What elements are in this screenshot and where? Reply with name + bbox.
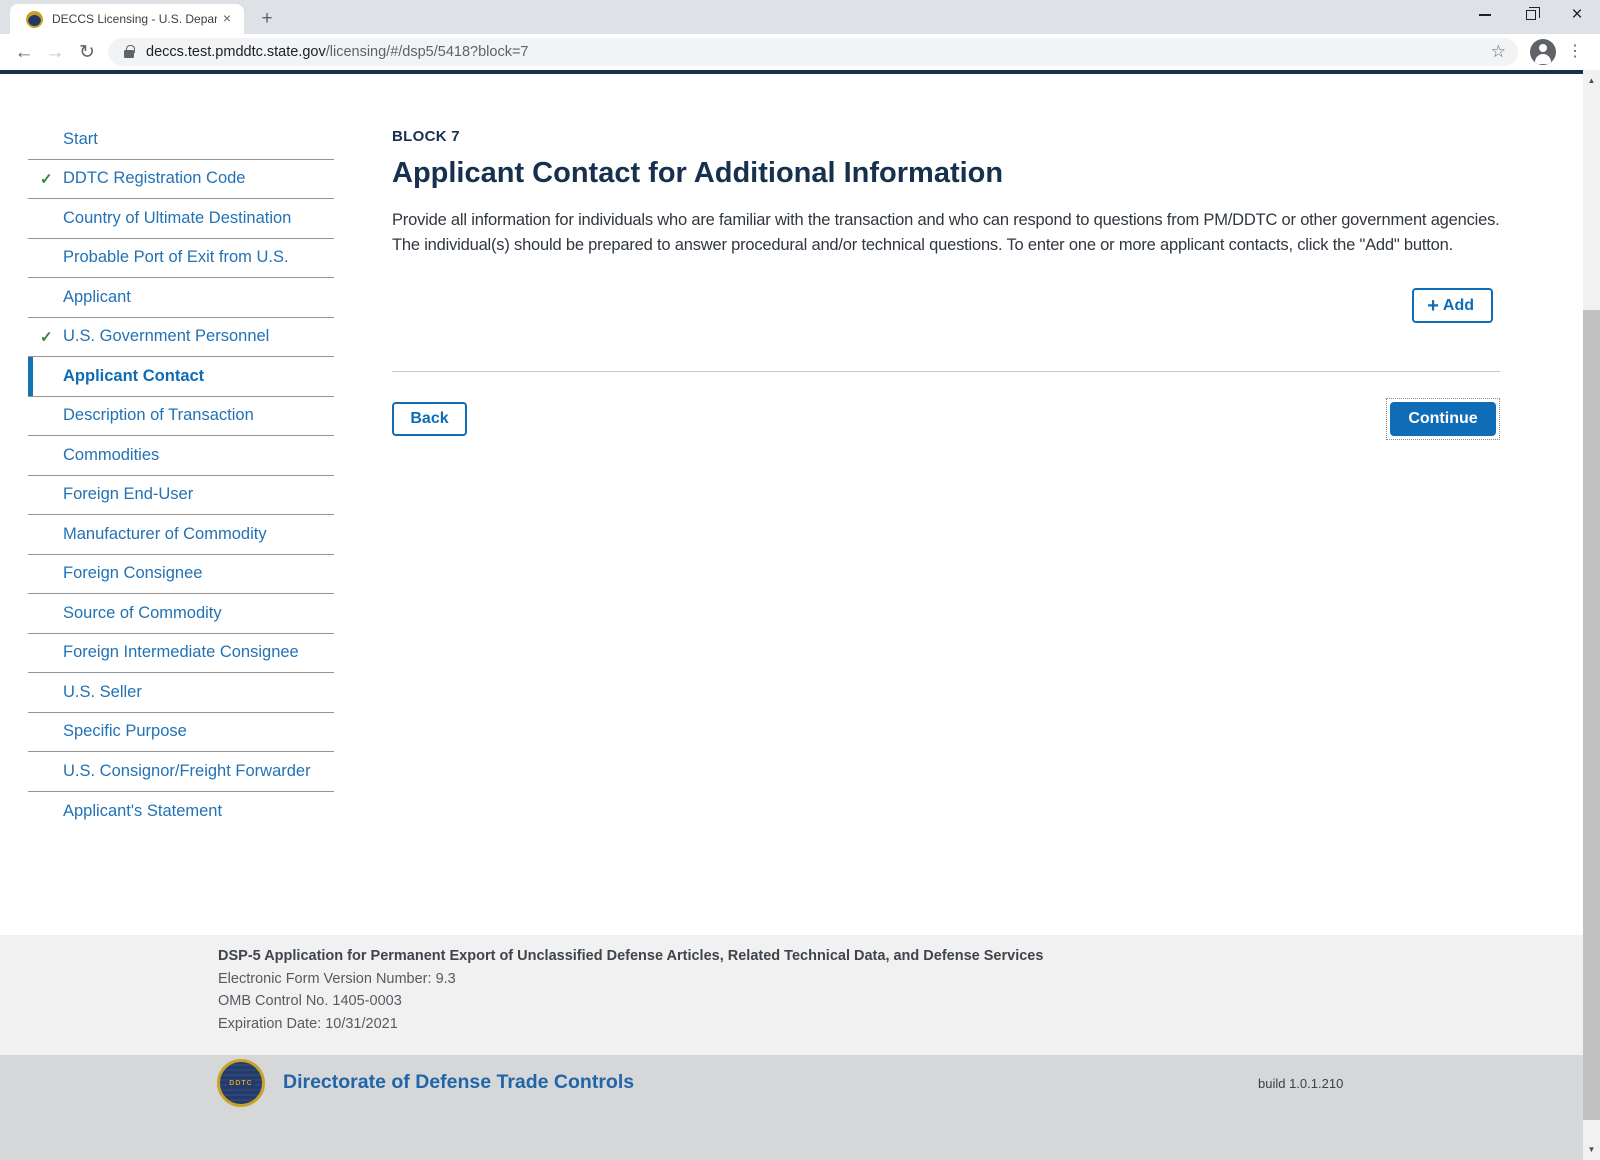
check-icon: ✓ (40, 328, 53, 346)
sidebar-item[interactable]: ✓ Specific Purpose (28, 713, 334, 753)
block-label: BLOCK 7 (392, 128, 1500, 145)
seal-text: DDTC (227, 1080, 254, 1087)
continue-button-focus-ring: Continue (1386, 398, 1500, 440)
sidebar-item[interactable]: ✓ Foreign End-User (28, 476, 334, 516)
form-version: Electronic Form Version Number: 9.3 (218, 971, 1583, 987)
continue-button[interactable]: Continue (1390, 402, 1496, 436)
sidebar-item[interactable]: ✓ Applicant Contact (28, 357, 334, 397)
ddtc-favicon-icon (26, 11, 43, 28)
sidebar-item-label: Probable Port of Exit from U.S. (63, 248, 289, 267)
page-title: Applicant Contact for Additional Informa… (392, 157, 1500, 190)
check-icon: ✓ (40, 170, 53, 188)
scrollbar-thumb[interactable] (1583, 310, 1600, 1120)
sidebar-item[interactable]: ✓ Applicant (28, 278, 334, 318)
back-navigation-button[interactable]: ← (10, 39, 38, 67)
sidebar-item-label: Foreign Intermediate Consignee (63, 643, 299, 662)
sidebar-item-label: Applicant's Statement (63, 802, 222, 821)
sidebar-item-label: U.S. Consignor/Freight Forwarder (63, 762, 311, 781)
sidebar-item-label: U.S. Government Personnel (63, 327, 269, 346)
sidebar-item-label: Country of Ultimate Destination (63, 209, 291, 228)
sidebar-item-label: Foreign End-User (63, 485, 193, 504)
restore-icon (1526, 10, 1536, 20)
sidebar-item-label: Specific Purpose (63, 722, 187, 741)
sidebar-item[interactable]: ✓ U.S. Consignor/Freight Forwarder (28, 752, 334, 792)
tab-close-icon[interactable]: × (218, 10, 236, 28)
address-bar[interactable]: deccs.test.pmddtc.state.gov/licensing/#/… (108, 38, 1518, 66)
sidebar-item[interactable]: ✓ Manufacturer of Commodity (28, 515, 334, 555)
sidebar-item-label: Source of Commodity (63, 604, 222, 623)
sidebar-item-label: Foreign Consignee (63, 564, 202, 583)
sidebar-item[interactable]: ✓ U.S. Government Personnel (28, 318, 334, 358)
new-tab-button[interactable]: + (254, 8, 280, 30)
sidebar-item-label: U.S. Seller (63, 683, 142, 702)
browser-tab-bar: DECCS Licensing - U.S. Departme × + × (0, 0, 1600, 34)
bookmark-star-icon[interactable]: ☆ (1491, 42, 1506, 62)
sidebar-item[interactable]: ✓ Foreign Intermediate Consignee (28, 634, 334, 674)
page-description: Provide all information for individuals … (392, 208, 1500, 258)
forward-navigation-button[interactable]: → (41, 39, 69, 67)
sidebar-item[interactable]: ✓ DDTC Registration Code (28, 160, 334, 200)
brand-footer: DDTC Directorate of Defense Trade Contro… (0, 1055, 1583, 1160)
window-close-icon: × (1571, 7, 1582, 23)
form-info-footer: DSP-5 Application for Permanent Export o… (0, 935, 1583, 1055)
window-restore-button[interactable] (1508, 0, 1554, 30)
sidebar-nav: ✓ Start ✓ DDTC Registration Code ✓ Count… (28, 120, 334, 831)
url-domain: deccs.test.pmddtc.state.gov (146, 44, 326, 60)
expiration-date: Expiration Date: 10/31/2021 (218, 1016, 1583, 1032)
back-button[interactable]: Back (392, 402, 467, 436)
sidebar-item[interactable]: ✓ Commodities (28, 436, 334, 476)
minimize-icon (1479, 14, 1491, 16)
refresh-button[interactable]: ↻ (73, 39, 101, 67)
add-row: +Add (392, 288, 1500, 324)
browser-menu-icon[interactable]: ⋮ (1562, 39, 1588, 65)
plus-icon: + (1427, 296, 1439, 316)
org-name: Directorate of Defense Trade Controls (283, 1071, 634, 1094)
build-version: build 1.0.1.210 (1258, 1076, 1343, 1091)
page-scrollbar[interactable]: ▲ ▼ (1583, 70, 1600, 1160)
scrollbar-up-arrow-icon[interactable]: ▲ (1583, 72, 1600, 89)
sidebar-item-label: Description of Transaction (63, 406, 254, 425)
omb-control: OMB Control No. 1405-0003 (218, 993, 1583, 1009)
form-actions: Back Continue (392, 401, 1500, 443)
browser-tab[interactable]: DECCS Licensing - U.S. Departme × (10, 4, 244, 34)
section-divider (392, 371, 1500, 372)
sidebar-item-label: DDTC Registration Code (63, 169, 245, 188)
sidebar-item-label: Applicant Contact (63, 367, 204, 386)
browser-window: DECCS Licensing - U.S. Departme × + × ← … (0, 0, 1600, 1160)
sidebar-item[interactable]: ✓ Foreign Consignee (28, 555, 334, 595)
browser-toolbar: ← → ↻ deccs.test.pmddtc.state.gov/licens… (0, 34, 1600, 70)
sidebar-item-label: Start (63, 130, 98, 149)
tab-title: DECCS Licensing - U.S. Departme (52, 12, 217, 26)
ddtc-seal-icon: DDTC (217, 1059, 265, 1107)
scrollbar-down-arrow-icon[interactable]: ▼ (1583, 1141, 1600, 1158)
sidebar-item[interactable]: ✓ Description of Transaction (28, 397, 334, 437)
url-text: deccs.test.pmddtc.state.gov/licensing/#/… (146, 44, 528, 60)
url-path: /licensing/#/dsp5/5418?block=7 (326, 44, 529, 60)
sidebar-item-label: Commodities (63, 446, 159, 465)
add-button[interactable]: +Add (1412, 288, 1493, 323)
sidebar-item[interactable]: ✓ Source of Commodity (28, 594, 334, 634)
window-controls: × (1462, 0, 1600, 34)
sidebar-item[interactable]: ✓ Country of Ultimate Destination (28, 199, 334, 239)
sidebar-item-label: Manufacturer of Commodity (63, 525, 267, 544)
sidebar-item[interactable]: ✓ Applicant's Statement (28, 792, 334, 832)
add-button-label: Add (1443, 297, 1474, 315)
window-close-button[interactable]: × (1554, 0, 1600, 30)
secure-lock-icon (124, 50, 134, 58)
sidebar-item[interactable]: ✓ Start (28, 120, 334, 160)
sidebar-item[interactable]: ✓ U.S. Seller (28, 673, 334, 713)
form-title: DSP-5 Application for Permanent Export o… (218, 948, 1583, 964)
main-content: BLOCK 7 Applicant Contact for Additional… (392, 74, 1500, 443)
sidebar-item-label: Applicant (63, 288, 131, 307)
window-minimize-button[interactable] (1462, 0, 1508, 30)
sidebar-item[interactable]: ✓ Probable Port of Exit from U.S. (28, 239, 334, 279)
profile-avatar[interactable] (1530, 39, 1556, 65)
